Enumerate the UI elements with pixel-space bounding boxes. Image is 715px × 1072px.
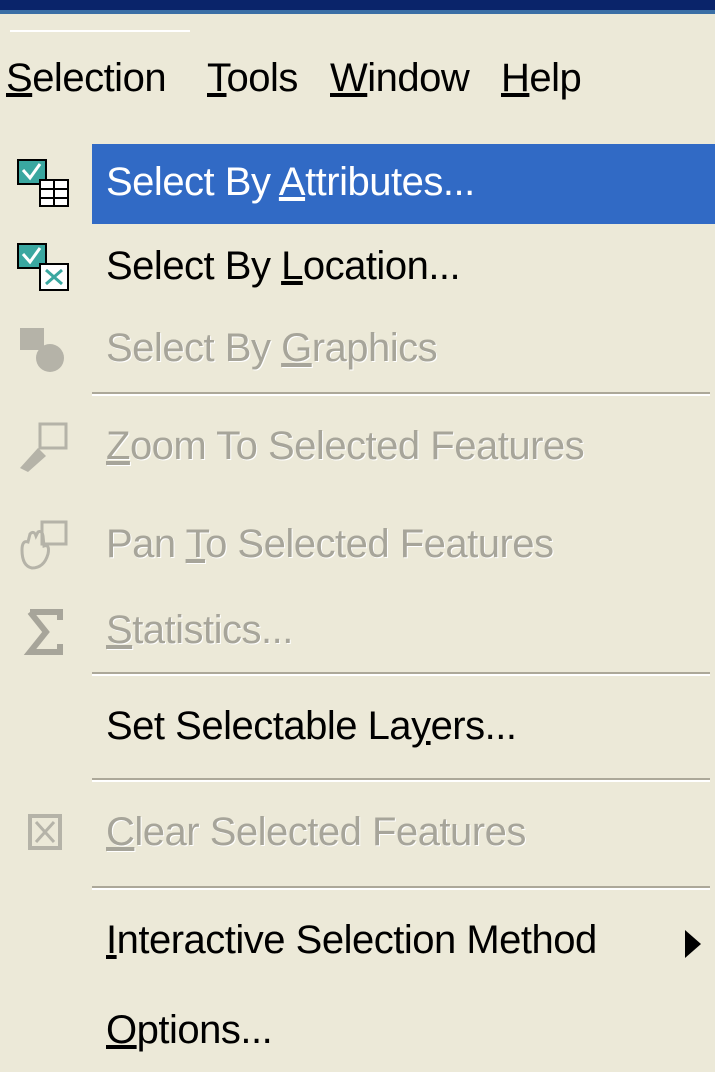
clear-selected-icon [28, 814, 62, 850]
menu-separator [92, 392, 710, 396]
pan-to-selected-icon [20, 520, 68, 570]
menu-item-label: Select By Location... [106, 244, 461, 288]
selection-dropdown-menu: Select By Attributes... Select By Locati… [0, 124, 715, 1071]
menu-window[interactable]: Window [330, 56, 470, 101]
menu-selection-accel: S [6, 56, 33, 100]
menu-window-accel: W [330, 56, 368, 100]
menu-tools-accel: T [207, 56, 227, 100]
zoom-to-selected-icon [20, 422, 68, 472]
menu-help[interactable]: Help [501, 56, 582, 101]
menu-item-label: Clear Selected Features [106, 810, 526, 854]
menu-item-select-by-location[interactable]: Select By Location... [0, 228, 715, 308]
menu-item-select-by-attributes[interactable]: Select By Attributes... [0, 144, 715, 224]
menu-item-label: Zoom To Selected Features [106, 424, 585, 468]
menu-bar: Selection Tools Window Help [0, 14, 715, 124]
menubar-bevel [10, 30, 190, 32]
menu-item-label: Options... [106, 1008, 273, 1052]
menu-separator [92, 672, 710, 676]
menu-item-zoom-to-selected[interactable]: Zoom To Selected Features [0, 408, 715, 488]
select-by-graphics-icon [20, 328, 64, 372]
menu-separator [92, 778, 710, 782]
menu-tools[interactable]: Tools [207, 56, 298, 101]
menu-item-label: Pan To Selected Features [106, 522, 554, 566]
menu-item-pan-to-selected[interactable]: Pan To Selected Features [0, 506, 715, 586]
submenu-arrow-icon [685, 930, 701, 958]
menu-item-options[interactable]: Options... [0, 992, 715, 1072]
sigma-icon [23, 609, 63, 655]
menu-item-interactive-selection-method[interactable]: Interactive Selection Method [0, 902, 715, 982]
menu-item-label: Interactive Selection Method [106, 918, 597, 962]
menu-item-clear-selected[interactable]: Clear Selected Features [0, 794, 715, 874]
window-title-edge [0, 0, 715, 14]
menu-item-set-selectable-layers[interactable]: Set Selectable Layers... [0, 688, 715, 768]
select-by-attributes-icon [17, 159, 69, 207]
menu-separator [92, 886, 710, 890]
menu-item-label: Set Selectable Layers... [106, 704, 517, 748]
menu-item-label: Select By Attributes... [106, 160, 475, 204]
menu-item-statistics[interactable]: Statistics... [0, 592, 715, 672]
menu-item-label: Select By Graphics [106, 326, 438, 370]
menu-item-label: Statistics... [106, 608, 293, 652]
menu-help-accel: H [501, 56, 530, 100]
menu-selection[interactable]: Selection [6, 56, 167, 101]
menu-item-select-by-graphics[interactable]: Select By Graphics [0, 310, 715, 390]
select-by-location-icon [17, 243, 69, 291]
